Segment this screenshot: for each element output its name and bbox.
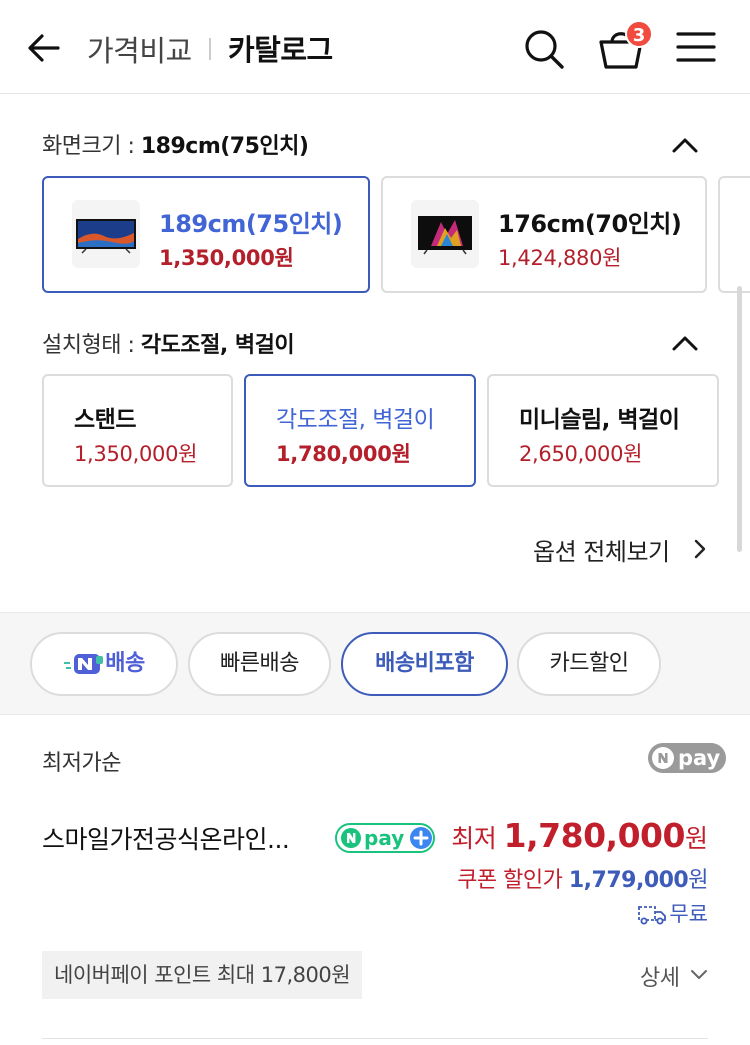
npay-n-icon [652,747,674,769]
plus-circle-icon [410,827,432,849]
npay-plus-badge: pay [335,823,435,853]
n-delivery-icon [64,654,104,674]
detail-toggle[interactable]: 상세 [640,960,680,992]
app-header: 가격비교 카탈로그 3 [0,0,750,94]
option-name: 각도조절, 벽걸이 [276,407,435,433]
option-price: 1,780,000원 [276,442,411,466]
screen-size-option-card[interactable]: 189cm(75인치) 1,350,000원 [42,176,370,293]
section-title[interactable]: 가격비교 [87,28,192,70]
menu-icon[interactable] [676,30,716,64]
npay-n-icon [341,828,361,848]
chevron-up-icon[interactable] [670,135,700,155]
chevron-right-icon[interactable] [692,538,708,560]
screen-size-header: 화면크기 : 189cm(75인치) [42,128,309,160]
option-name: 미니슬림, 벽걸이 [519,407,680,433]
scrollbar[interactable] [737,286,742,552]
chip-label: 배송비포함 [375,651,474,676]
lowest-price-unit: 원 [684,824,708,853]
filter-chip-n-delivery[interactable]: 배송 [30,632,178,696]
option-price: 1,350,000원 [159,246,294,270]
tv-thumbnail [411,200,479,268]
filter-chip-shipping-included[interactable]: 배송비포함 [341,632,508,696]
seller-name[interactable]: 스마일가전공식온라인... [42,820,290,856]
filter-chip-card-discount[interactable]: 카드할인 [517,632,661,696]
truck-icon [638,906,667,925]
screen-size-label: 화면크기 : [42,134,141,159]
install-type-label: 설치형태 : [42,333,141,358]
chip-label: 카드할인 [549,651,629,676]
option-price: 2,650,000원 [519,442,643,466]
chevron-down-icon[interactable] [690,968,708,982]
install-type-option-card[interactable]: 미니슬림, 벽걸이 2,650,000원 [487,374,719,487]
sort-selector[interactable]: 최저가순 [42,745,121,777]
option-name: 189cm(75인치) [159,210,343,238]
coupon-label: 쿠폰 할인가 [457,868,569,893]
option-name: 스탠드 [74,407,136,433]
divider [42,1038,708,1039]
install-type-option-card[interactable]: 각도조절, 벽걸이 1,780,000원 [244,374,476,487]
install-type-header: 설치형태 : 각도조절, 벽걸이 [42,327,295,359]
lowest-price-value: 1,780,000 [503,816,686,855]
npay-badge: pay [648,743,726,773]
screen-size-option-card[interactable]: 176cm(70인치) 1,424,880원 [381,176,707,293]
chip-label: 배송 [105,651,145,676]
shipping-info: 무료 [637,898,708,928]
coupon-price-unit: 원 [688,868,708,893]
see-all-options-link[interactable]: 옵션 전체보기 [533,532,670,567]
lowest-price: 최저 1,780,000원 [451,816,708,855]
option-price: 1,424,880원 [498,246,622,270]
option-price: 1,350,000원 [74,442,198,466]
lowest-price-label: 최저 [451,824,504,853]
install-type-option-card[interactable]: 스탠드 1,350,000원 [42,374,233,487]
screen-size-selected: 189cm(75인치) [140,134,309,159]
npay-points-banner: 네이버페이 포인트 최대 17,800원 [42,951,363,999]
install-type-selected: 각도조절, 벽걸이 [140,333,295,358]
chip-label: 빠른배송 [220,651,299,676]
coupon-price-value: 1,779,000 [568,868,689,893]
title-divider [209,38,211,60]
page-title: 카탈로그 [228,33,333,67]
back-arrow-icon[interactable] [24,28,64,68]
tv-thumbnail [72,200,140,268]
chevron-up-icon[interactable] [670,333,700,353]
option-name: 176cm(70인치) [498,210,682,238]
shipping-label: 무료 [669,902,708,926]
coupon-price: 쿠폰 할인가 1,779,000원 [457,862,708,894]
cart-count-badge: 3 [625,20,653,48]
filter-chip-fast-delivery[interactable]: 빠른배송 [188,632,331,696]
screen-size-option-card-partial[interactable] [718,176,750,293]
npay-plus-label: pay [364,826,405,850]
npay-label: pay [678,746,721,770]
search-icon[interactable] [522,27,566,71]
